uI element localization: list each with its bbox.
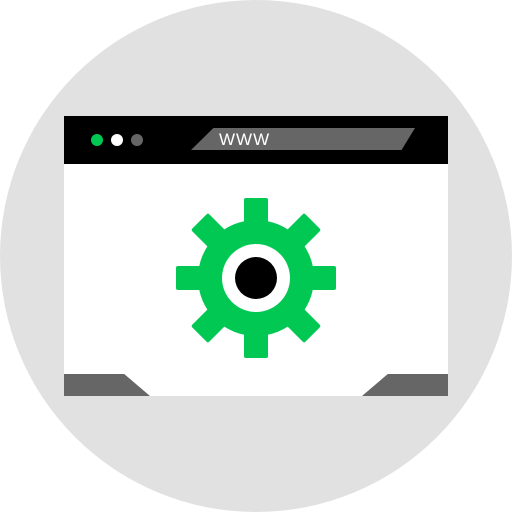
window-dot-white	[111, 134, 123, 146]
window-dot-gray	[131, 134, 143, 146]
browser-window-icon: WWW	[64, 116, 448, 396]
bottom-right-tab	[362, 374, 448, 396]
browser-titlebar: WWW	[64, 116, 448, 164]
gear-icon	[176, 198, 336, 358]
browser-content	[64, 164, 448, 396]
gear-center	[235, 257, 277, 299]
window-dot-green	[91, 134, 103, 146]
bottom-left-tab	[64, 374, 150, 396]
address-text: WWW	[219, 130, 271, 149]
